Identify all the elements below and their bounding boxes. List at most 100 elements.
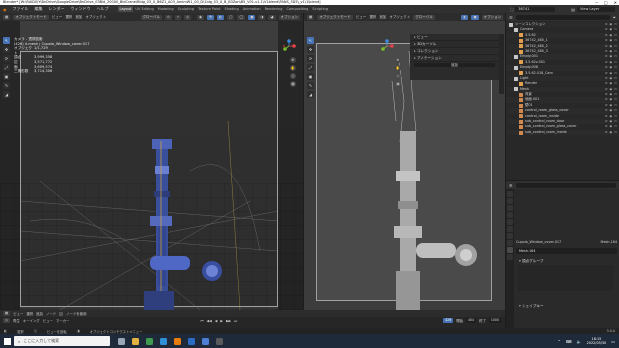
play-icon[interactable]: ▶ xyxy=(220,319,223,323)
shading-wire-icon[interactable]: ◯ xyxy=(237,14,246,20)
menu-add[interactable]: 追加 xyxy=(36,311,43,316)
ortho-grid-icon[interactable]: ▦ xyxy=(290,81,296,87)
measure-tool-icon[interactable]: ◢ xyxy=(307,91,314,98)
start-button[interactable] xyxy=(0,334,14,348)
blender-app-icon[interactable] xyxy=(171,335,183,347)
shading-solid-icon[interactable]: ● xyxy=(248,14,256,20)
render-tab-icon[interactable] xyxy=(507,198,513,204)
shading-rendered-icon[interactable]: ◕ xyxy=(268,14,276,20)
tab-sculpting[interactable]: Sculpting xyxy=(176,6,196,12)
menu-playback[interactable]: 再生 xyxy=(13,318,20,323)
outliner-search-input[interactable] xyxy=(515,14,610,20)
scale-tool-icon[interactable]: ⤢ xyxy=(307,64,314,71)
orientation-selector[interactable]: グローバル xyxy=(140,14,163,20)
menu-select[interactable]: 選択 xyxy=(369,15,376,20)
tab-modeling[interactable]: Modeling xyxy=(156,6,176,12)
material-tab-icon[interactable] xyxy=(507,254,513,260)
output-tab-icon[interactable] xyxy=(507,205,513,211)
menu-object[interactable]: オブジェクト xyxy=(389,15,410,20)
blender-logo-icon[interactable]: ◉ xyxy=(0,7,10,12)
use-nodes-checkbox[interactable] xyxy=(59,311,64,316)
jump-end-icon[interactable]: ⏭ xyxy=(234,319,237,323)
navigation-gizmo[interactable] xyxy=(282,39,296,53)
pan-hand-icon[interactable]: ✋ xyxy=(290,65,296,71)
timeline-editor-icon[interactable]: ◷ xyxy=(3,318,10,323)
menu-object[interactable]: オブジェクト xyxy=(85,15,106,20)
scene-tab-icon[interactable] xyxy=(507,219,513,225)
overlay-toggle-icon[interactable]: ◐ xyxy=(217,14,225,20)
view-layer-selector[interactable]: View Layer xyxy=(577,6,615,12)
edge-app-icon[interactable] xyxy=(157,335,169,347)
task-view-app-icon[interactable] xyxy=(115,335,127,347)
annotate-tool-icon[interactable]: ✎ xyxy=(3,82,10,89)
menu-view[interactable]: ビュー xyxy=(52,15,63,20)
mode-selector[interactable]: オブジェクトモード xyxy=(13,14,49,20)
menu-file[interactable]: ファイル xyxy=(10,6,32,12)
scale-tool-icon[interactable]: ⤢ xyxy=(3,64,10,71)
n-panel-tab-strip[interactable] xyxy=(499,34,504,94)
explorer-app-icon[interactable] xyxy=(129,335,141,347)
xray-icon[interactable]: ▢ xyxy=(227,14,235,20)
shading-material-icon[interactable]: ◑ xyxy=(258,14,266,20)
terminal-app-icon[interactable] xyxy=(213,335,225,347)
menu-view[interactable]: ビュー xyxy=(13,311,23,316)
tab-rendering[interactable]: Rendering xyxy=(263,6,285,12)
camera-view-icon[interactable]: ⎙ xyxy=(395,73,401,79)
tab-shading[interactable]: Shading xyxy=(223,6,241,12)
tray-chevron-icon[interactable]: ⌃ xyxy=(558,339,561,344)
network-icon[interactable]: ⌨ xyxy=(566,339,572,344)
tab-scripting[interactable]: Scripting xyxy=(310,6,330,12)
editor-type-button[interactable]: ▦ xyxy=(3,14,11,20)
jump-start-icon[interactable]: ⏮ xyxy=(200,319,203,323)
n-panel-view[interactable]: ビュー xyxy=(410,34,499,41)
menu-select[interactable]: 選択 xyxy=(65,15,72,20)
vertex-groups-list[interactable] xyxy=(518,265,613,291)
orientation-selector[interactable]: グローバル xyxy=(413,14,435,20)
measure-tool-icon[interactable]: ◢ xyxy=(3,91,10,98)
options-button[interactable]: オプション xyxy=(481,14,503,20)
mode-selector[interactable]: オブジェクトモード xyxy=(317,14,353,20)
properties-search-input[interactable] xyxy=(515,182,616,188)
n-panel-annotation[interactable]: アノテーション xyxy=(410,55,499,62)
store-app-icon[interactable] xyxy=(199,335,211,347)
overlay-toggle-icon[interactable]: ◐ xyxy=(461,14,469,20)
n-panel-3d-cursor[interactable]: 3Dカーソル xyxy=(410,41,499,48)
camera-view-icon[interactable]: ⎙ xyxy=(290,73,296,79)
editor-type-button[interactable]: ▦ xyxy=(307,14,315,20)
volume-icon[interactable]: 🔈 xyxy=(577,339,582,344)
eye-icon[interactable]: ◉ xyxy=(610,130,613,135)
options-button[interactable]: オプション xyxy=(278,14,300,20)
tab-compositing[interactable]: Compositing xyxy=(284,6,310,12)
transform-tool-icon[interactable]: ▣ xyxy=(307,73,314,80)
taskbar-clock[interactable]: 18:15 2022/05/30 xyxy=(587,337,607,346)
modifier-tab-icon[interactable] xyxy=(507,240,513,246)
shape-keys-panel[interactable]: シェイプキー xyxy=(516,303,617,309)
exclude-checkbox-icon[interactable]: ⊘ xyxy=(605,130,608,135)
pan-hand-icon[interactable]: ✋ xyxy=(395,65,401,71)
prev-keyframe-icon[interactable]: ◀◀ xyxy=(207,319,212,323)
n-panel-collection[interactable]: コレクション xyxy=(410,48,499,55)
menu-select[interactable]: 選択 xyxy=(26,311,33,316)
proportional-icon[interactable]: ◎ xyxy=(183,14,192,20)
tab-animation[interactable]: Animation xyxy=(241,6,263,12)
move-tool-icon[interactable]: ✥ xyxy=(307,46,314,53)
scene-selector[interactable]: 36741 xyxy=(515,6,556,12)
shading-solid-icon[interactable]: ● xyxy=(471,14,479,20)
menu-keying[interactable]: キーイング xyxy=(23,318,40,323)
menu-edit[interactable]: 編集 xyxy=(32,6,46,12)
editor-type-button[interactable]: ▦ xyxy=(3,311,11,316)
visibility-icon[interactable]: ◉ xyxy=(197,14,205,20)
rotate-tool-icon[interactable]: ⟳ xyxy=(3,55,10,62)
rotate-tool-icon[interactable]: ⟳ xyxy=(307,55,314,62)
start-frame-field[interactable]: 404 xyxy=(466,318,477,323)
move-tool-icon[interactable]: ✥ xyxy=(3,46,10,53)
next-keyframe-icon[interactable]: ▶▶ xyxy=(226,319,231,323)
ortho-grid-icon[interactable]: ▦ xyxy=(395,81,401,87)
annotate-tool-icon[interactable]: ✎ xyxy=(307,82,314,89)
world-tab-icon[interactable] xyxy=(507,226,513,232)
menu-add[interactable]: 追加 xyxy=(75,15,82,20)
select-tool-icon[interactable]: ↖ xyxy=(307,37,314,44)
mesh-data-field[interactable]: Mesh.164 xyxy=(516,248,617,254)
transform-tool-icon[interactable]: ▣ xyxy=(3,73,10,80)
pivot-icon[interactable]: ⊙ xyxy=(165,14,172,20)
